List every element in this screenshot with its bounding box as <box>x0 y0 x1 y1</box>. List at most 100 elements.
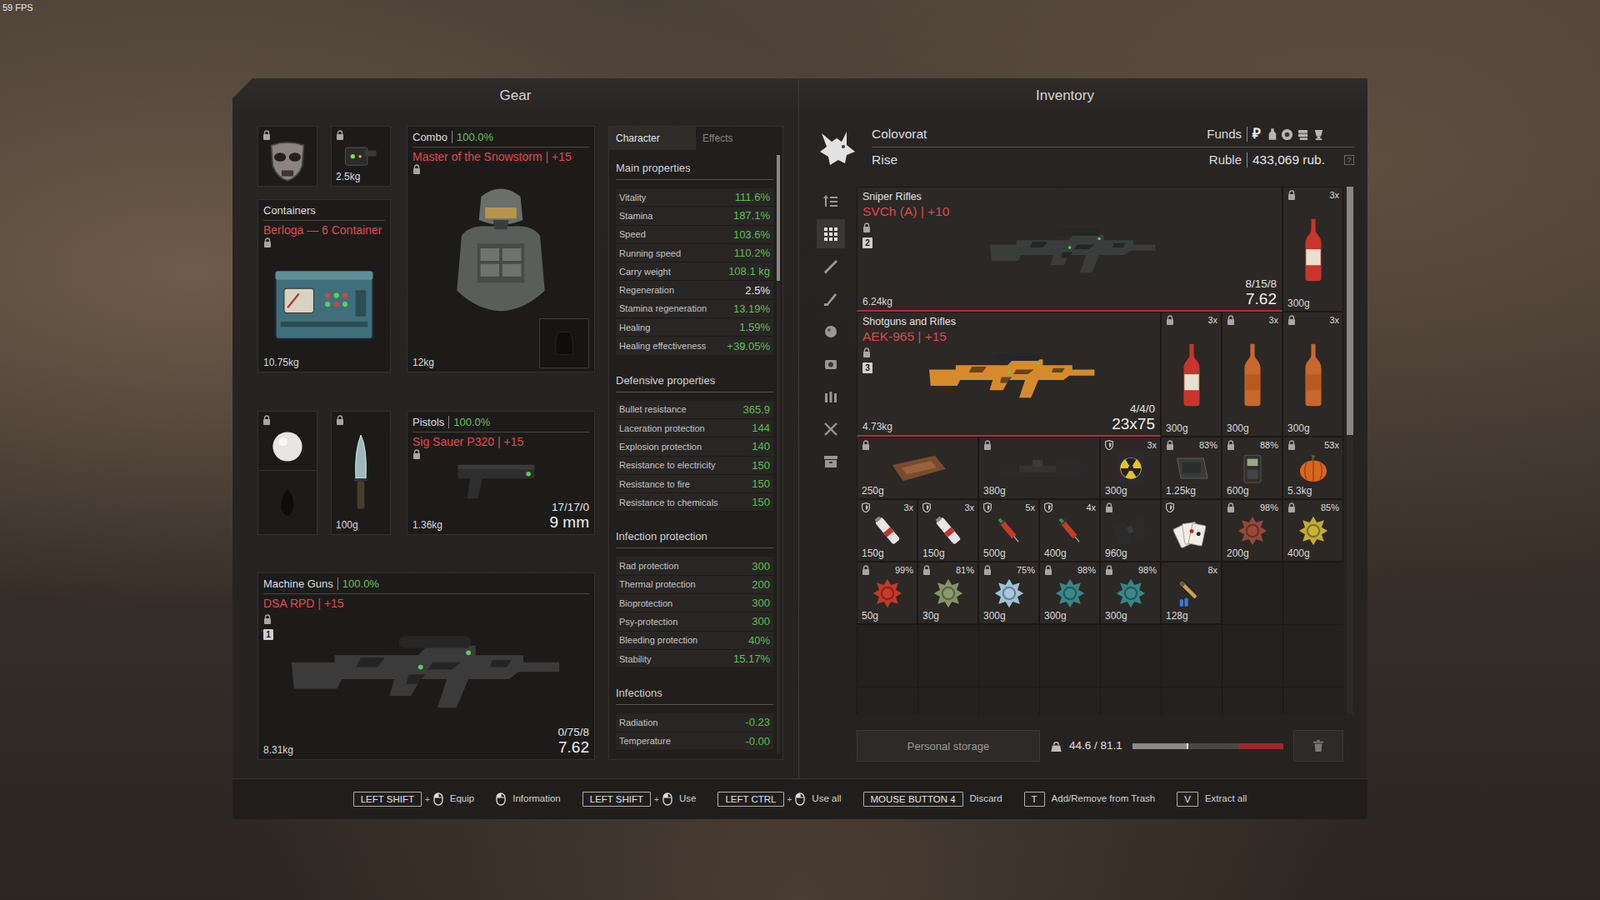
armor-slot[interactable]: Combo100.0% Master of the Snowstorm | +1… <box>406 125 595 373</box>
cup-currency-icon[interactable] <box>1312 126 1325 142</box>
ammo-tab[interactable] <box>816 381 845 411</box>
trash-icon[interactable] <box>1293 730 1344 762</box>
inventory-item[interactable]: 75%300g <box>978 561 1040 625</box>
stats-scrollbar[interactable] <box>776 155 780 755</box>
inventory-item[interactable]: 83%1.25kg <box>1160 436 1222 500</box>
stats-tab[interactable]: Effects <box>695 126 783 150</box>
empty-slot[interactable] <box>257 470 318 535</box>
holster-slot[interactable] <box>539 318 590 369</box>
hint-action: Extract all <box>1205 791 1248 806</box>
inventory-item[interactable]: 960g <box>1100 499 1161 562</box>
inventory-item[interactable]: 3x300g <box>1282 186 1344 312</box>
help-button[interactable]: ? <box>1344 155 1355 165</box>
item-count: 99% <box>895 565 914 576</box>
hint-action: Information <box>512 791 561 806</box>
knife-slot[interactable]: 100g <box>330 410 391 535</box>
inventory-item[interactable]: 85%400g <box>1282 499 1344 562</box>
scroll-thumb[interactable] <box>776 155 780 281</box>
inventory-item[interactable]: 98%200g <box>1221 499 1283 562</box>
inventory-item[interactable]: 3x300g <box>1282 311 1344 437</box>
tools-tab[interactable] <box>816 414 845 444</box>
inventory-item[interactable]: 3x150g <box>856 499 918 562</box>
lock-icon <box>983 440 992 452</box>
stat-label: Psy-protection <box>619 616 678 627</box>
item-weight: 128g <box>1165 610 1218 622</box>
lock-icon <box>412 449 590 461</box>
inventory-item[interactable]: 99%50g <box>856 561 918 625</box>
artifacts-tab[interactable] <box>816 316 845 346</box>
artifact-icon <box>922 576 975 610</box>
inventory-item[interactable]: 3x300g <box>1100 436 1161 500</box>
item-count: 53x <box>1324 440 1340 451</box>
sort-tab[interactable] <box>816 186 845 216</box>
weapon-item[interactable]: Sniper RiflesSVCh (A) | +1026.24kg8/15/8… <box>856 186 1283 312</box>
machine-gun-slot[interactable]: Machine Guns100.0% DSA RPD | +15 1 8.31k… <box>257 572 595 760</box>
stat-row: Radiation-0.23 <box>615 713 774 732</box>
stats-section: Infection protectionRad protection300The… <box>615 521 774 669</box>
ammo-icon <box>822 388 840 405</box>
item-count: 3x <box>1207 315 1218 326</box>
devices-tab[interactable] <box>816 349 845 379</box>
stat-value: 150 <box>751 459 770 472</box>
weight-track <box>1132 743 1284 750</box>
item-count: 3x <box>1268 315 1279 326</box>
currency-icons: ₽ <box>1252 123 1355 145</box>
lock-icon <box>412 164 590 176</box>
weapon-item[interactable]: Shotguns and RiflesAEK-965 | +1534.73kg4… <box>856 311 1161 437</box>
personal-storage-button[interactable]: Personal storage <box>856 730 1040 762</box>
detector-slot[interactable]: 2.5kg <box>330 125 391 187</box>
hint: LEFT SHIFT+Equip <box>353 791 475 807</box>
inventory-item[interactable]: 81%30g <box>917 561 979 625</box>
stat-row: Resistance to chemicals150 <box>615 493 774 512</box>
item-count: 98% <box>1077 565 1096 576</box>
inventory-item[interactable]: 4x400g <box>1039 499 1100 562</box>
container-icon <box>263 249 385 357</box>
player-rank: Rise <box>871 150 898 170</box>
key-cap: LEFT SHIFT <box>353 791 422 807</box>
stat-row: Stability15.17% <box>615 650 774 669</box>
key-cap: LEFT SHIFT <box>582 791 651 807</box>
inventory-item[interactable]: 98%300g <box>1039 561 1100 625</box>
binoculars-icon <box>1105 514 1157 548</box>
inventory-item[interactable]: 5x500g <box>978 499 1040 562</box>
inventory-item[interactable]: 98%300g <box>1100 561 1161 625</box>
inventory-item[interactable] <box>1160 499 1222 562</box>
inventory-item[interactable]: 380g <box>978 436 1100 500</box>
inventory-item[interactable]: 3x150g <box>917 499 979 562</box>
stat-label: Running speed <box>619 248 681 259</box>
pistol-slot[interactable]: Pistols100.0% Sig Sauer P320 | +15 1.36k… <box>406 410 595 535</box>
stat-row: Bleeding protection40% <box>615 631 774 650</box>
section-title: Infections <box>615 678 774 705</box>
item-weight: 250g <box>861 485 975 497</box>
all-tab[interactable] <box>816 219 845 249</box>
stat-row: Psy-protection300 <box>615 612 774 631</box>
coin-currency-icon[interactable] <box>1280 126 1294 142</box>
inventory-item[interactable]: 250g <box>856 436 979 500</box>
inventory-item[interactable]: 3x300g <box>1160 311 1222 437</box>
inventory-scrollbar[interactable] <box>1346 186 1354 715</box>
stat-value: 103.6% <box>733 228 770 241</box>
bottle-currency-icon[interactable] <box>1267 126 1278 142</box>
token-currency-icon[interactable] <box>1296 126 1310 142</box>
stat-value: -0.00 <box>745 735 770 748</box>
artifact-icon <box>1287 514 1340 548</box>
ruble-icon[interactable]: ₽ <box>1252 123 1261 145</box>
caliber: 23x75 <box>1111 415 1155 433</box>
rifles-tab[interactable] <box>816 251 845 281</box>
ammo-count: 4/4/0 <box>1111 402 1155 415</box>
lock-icon <box>1105 502 1114 515</box>
inventory-item[interactable]: 88%600g <box>1221 436 1283 500</box>
inventory-item[interactable]: 3x300g <box>1221 311 1283 437</box>
stats-tab[interactable]: Character <box>609 126 696 150</box>
item-name: Sig Sauer P320 | +15 <box>412 432 590 450</box>
storage-tab[interactable] <box>816 446 845 476</box>
disc-icon <box>1105 451 1157 485</box>
head-slot[interactable] <box>257 125 318 187</box>
inventory-item[interactable]: 8x128g <box>1160 561 1222 625</box>
inventory-item[interactable]: 53x5.3kg <box>1282 436 1344 500</box>
container-slot[interactable]: Containers Berloga — 6 Container 10.75kg <box>257 199 391 373</box>
lock-icon <box>1044 565 1053 577</box>
scroll-thumb[interactable] <box>1346 186 1354 435</box>
artifact-slot[interactable] <box>257 410 318 471</box>
melee-tab[interactable] <box>816 284 845 314</box>
